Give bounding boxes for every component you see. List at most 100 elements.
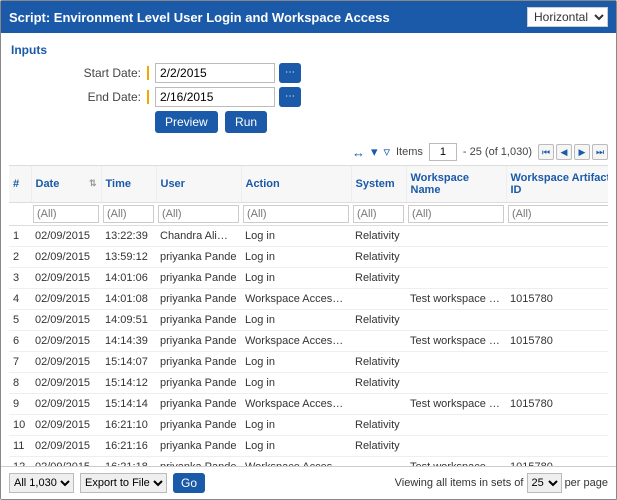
viewing-text: Viewing all items in sets of <box>395 477 524 489</box>
table-row[interactable]: 802/09/201515:14:12priyanka PandeLog inR… <box>9 373 608 394</box>
cell-n: 5 <box>9 310 31 331</box>
cell-system <box>351 394 406 415</box>
cell-time: 14:14:39 <box>101 331 156 352</box>
cell-action: Workspace Accessed <box>241 394 351 415</box>
start-date-row: Start Date: ⋯ <box>9 63 608 83</box>
first-page-button[interactable]: ⏮ <box>538 144 554 160</box>
per-page-text: per page <box>565 477 608 489</box>
table-row[interactable]: 202/09/201513:59:12priyanka PandeLog inR… <box>9 247 608 268</box>
grid-toolbar: ↔ ▾ ▿ Items - 25 (of 1,030) ⏮ ◀ ▶ ⏭ <box>9 141 608 165</box>
cell-date: 02/09/2015 <box>31 289 101 310</box>
filter-date[interactable] <box>33 205 99 223</box>
cell-date: 02/09/2015 <box>31 373 101 394</box>
filter-row <box>9 203 608 226</box>
table-row[interactable]: 402/09/201514:01:08priyanka PandeWorkspa… <box>9 289 608 310</box>
cell-n: 9 <box>9 394 31 415</box>
cell-date: 02/09/2015 <box>31 394 101 415</box>
cell-date: 02/09/2015 <box>31 352 101 373</box>
cell-n: 10 <box>9 415 31 436</box>
cell-art <box>506 226 608 247</box>
cell-system: Relativity <box>351 226 406 247</box>
table-row[interactable]: 302/09/201514:01:06priyanka PandeLog inR… <box>9 268 608 289</box>
table-row[interactable]: 1102/09/201516:21:16priyanka PandeLog in… <box>9 436 608 457</box>
sort-indicator-icon: ⇅ <box>89 178 97 189</box>
col-header-number[interactable]: # <box>9 166 31 203</box>
last-page-button[interactable]: ⏭ <box>592 144 608 160</box>
export-select[interactable]: Export to File <box>80 473 167 493</box>
col-header-action[interactable]: Action <box>241 166 351 203</box>
prev-page-button[interactable]: ◀ <box>556 144 572 160</box>
filter-system[interactable] <box>353 205 404 223</box>
col-header-artifact[interactable]: Workspace Artifact ID <box>506 166 608 203</box>
filter-action[interactable] <box>243 205 349 223</box>
col-header-system[interactable]: System <box>351 166 406 203</box>
row-count-select[interactable]: All 1,030 <box>9 473 74 493</box>
inputs-section-label: Inputs <box>9 39 608 63</box>
cell-date: 02/09/2015 <box>31 415 101 436</box>
cell-system: Relativity <box>351 310 406 331</box>
table-row[interactable]: 902/09/201515:14:14priyanka PandeWorkspa… <box>9 394 608 415</box>
cell-system: Relativity <box>351 436 406 457</box>
filter-artifact[interactable] <box>508 205 608 223</box>
cell-n: 3 <box>9 268 31 289</box>
cell-date: 02/09/2015 <box>31 247 101 268</box>
cell-time: 13:22:39 <box>101 226 156 247</box>
cell-system: Relativity <box>351 352 406 373</box>
layout-select[interactable]: Horizontal <box>527 7 608 27</box>
go-button[interactable]: Go <box>173 473 205 493</box>
start-date-picker-button[interactable]: ⋯ <box>279 63 301 83</box>
cell-n: 1 <box>9 226 31 247</box>
page-number-input[interactable] <box>429 143 457 161</box>
start-date-label: Start Date: <box>9 66 149 80</box>
table-row[interactable]: 502/09/201514:09:51priyanka PandeLog inR… <box>9 310 608 331</box>
col-header-workspace[interactable]: Workspace Name <box>406 166 506 203</box>
filter-icon[interactable]: ▾ <box>371 144 378 160</box>
start-date-field[interactable] <box>155 63 275 83</box>
cell-user: Chandra Alimeti <box>156 226 241 247</box>
cell-user: priyanka Pande <box>156 394 241 415</box>
cell-art: 1015780 <box>506 457 608 467</box>
preview-button[interactable]: Preview <box>155 111 218 133</box>
window-title: Script: Environment Level User Login and… <box>9 10 390 25</box>
cell-time: 14:01:06 <box>101 268 156 289</box>
grid-scroll-container[interactable]: # Date⇅ Time User Action System Workspac… <box>9 165 608 466</box>
cell-ws <box>406 373 506 394</box>
cell-system: Relativity <box>351 268 406 289</box>
next-page-button[interactable]: ▶ <box>574 144 590 160</box>
run-button[interactable]: Run <box>225 111 267 133</box>
cell-n: 8 <box>9 373 31 394</box>
col-header-user[interactable]: User <box>156 166 241 203</box>
cell-n: 2 <box>9 247 31 268</box>
cell-system <box>351 289 406 310</box>
end-date-row: End Date: ⋯ <box>9 87 608 107</box>
cell-n: 7 <box>9 352 31 373</box>
end-date-label: End Date: <box>9 90 149 104</box>
table-row[interactable]: 702/09/201515:14:07priyanka PandeLog inR… <box>9 352 608 373</box>
cell-action: Workspace Accessed <box>241 289 351 310</box>
items-range-text: - 25 (of 1,030) <box>463 146 532 158</box>
cell-ws <box>406 415 506 436</box>
cell-user: priyanka Pande <box>156 247 241 268</box>
end-date-field[interactable] <box>155 87 275 107</box>
filter-user[interactable] <box>158 205 239 223</box>
filter-workspace[interactable] <box>408 205 504 223</box>
cell-user: priyanka Pande <box>156 289 241 310</box>
filter-time[interactable] <box>103 205 154 223</box>
cell-date: 02/09/2015 <box>31 331 101 352</box>
table-row[interactable]: 1002/09/201516:21:10priyanka PandeLog in… <box>9 415 608 436</box>
cell-art: 1015780 <box>506 331 608 352</box>
col-header-time[interactable]: Time <box>101 166 156 203</box>
cell-user: priyanka Pande <box>156 436 241 457</box>
cell-time: 15:14:12 <box>101 373 156 394</box>
cell-time: 15:14:07 <box>101 352 156 373</box>
table-row[interactable]: 1202/09/201516:21:18priyanka PandeWorksp… <box>9 457 608 467</box>
col-header-date[interactable]: Date⇅ <box>31 166 101 203</box>
clear-filter-icon[interactable]: ▿ <box>383 144 390 160</box>
cell-art: 1015780 <box>506 289 608 310</box>
swap-columns-icon[interactable]: ↔ <box>352 145 365 160</box>
page-size-select[interactable]: 25 <box>527 473 562 493</box>
table-row[interactable]: 102/09/201513:22:39Chandra AlimetiLog in… <box>9 226 608 247</box>
end-date-picker-button[interactable]: ⋯ <box>279 87 301 107</box>
script-window: Script: Environment Level User Login and… <box>0 0 617 500</box>
table-row[interactable]: 602/09/201514:14:39priyanka PandeWorkspa… <box>9 331 608 352</box>
